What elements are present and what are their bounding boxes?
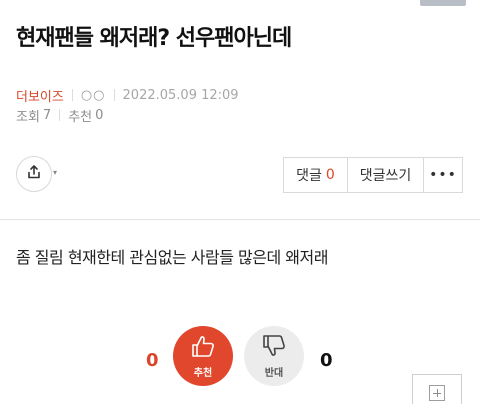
post-meta-stats: 조회 7 추천 0 [16, 107, 104, 125]
vote-area: 0 추천 반대 0 [0, 320, 480, 404]
comments-count: 0 [325, 167, 335, 183]
comments-button[interactable]: 댓글 0 [284, 158, 348, 192]
recommend-label: 추천 [68, 109, 93, 125]
more-options-button[interactable]: ••• [424, 158, 462, 192]
oppose-button[interactable]: 반대 [244, 326, 304, 386]
content-divider [0, 219, 480, 220]
share-caret-icon[interactable]: ▾ [53, 168, 57, 177]
views-value: 7 [42, 107, 52, 123]
recommend-button[interactable]: 추천 [173, 326, 233, 386]
write-comment-button[interactable]: 댓글쓰기 [348, 158, 424, 192]
comment-actions: 댓글 0 댓글쓰기 ••• [283, 157, 463, 193]
plus-box-icon [429, 385, 445, 401]
post-meta-primary: 더보이즈 ○○ 2022.05.09 12:09 [16, 86, 239, 105]
post-date: 2022.05.09 12:09 [122, 87, 239, 103]
post-page: 현재팬들 왜저래? 선우팬아닌데 더보이즈 ○○ 2022.05.09 12:0… [0, 0, 480, 404]
meta-divider [71, 89, 73, 101]
share-button[interactable] [16, 156, 52, 192]
top-strip [0, 0, 480, 8]
oppose-button-label: 반대 [264, 367, 284, 379]
author-link[interactable]: 더보이즈 [16, 86, 64, 105]
thumbs-up-icon [190, 334, 216, 362]
share-icon [26, 164, 42, 184]
recommend-value: 0 [95, 107, 104, 123]
post-body: 좀 질림 현재한테 관심없는 사람들 많은데 왜저래 [16, 248, 328, 267]
comments-label: 댓글 [296, 168, 322, 184]
oppose-count: 0 [320, 350, 333, 371]
meta-divider [113, 89, 115, 101]
recommend-count: 0 [146, 350, 159, 371]
post-title: 현재팬들 왜저래? 선우팬아닌데 [16, 26, 292, 51]
views-label: 조회 [16, 109, 40, 125]
thumbs-down-icon [261, 334, 287, 362]
recommend-button-label: 추천 [193, 367, 213, 379]
top-decoration [420, 0, 466, 6]
meta-divider [59, 109, 61, 121]
add-button[interactable] [412, 374, 462, 404]
author-level: ○○ [80, 87, 106, 103]
